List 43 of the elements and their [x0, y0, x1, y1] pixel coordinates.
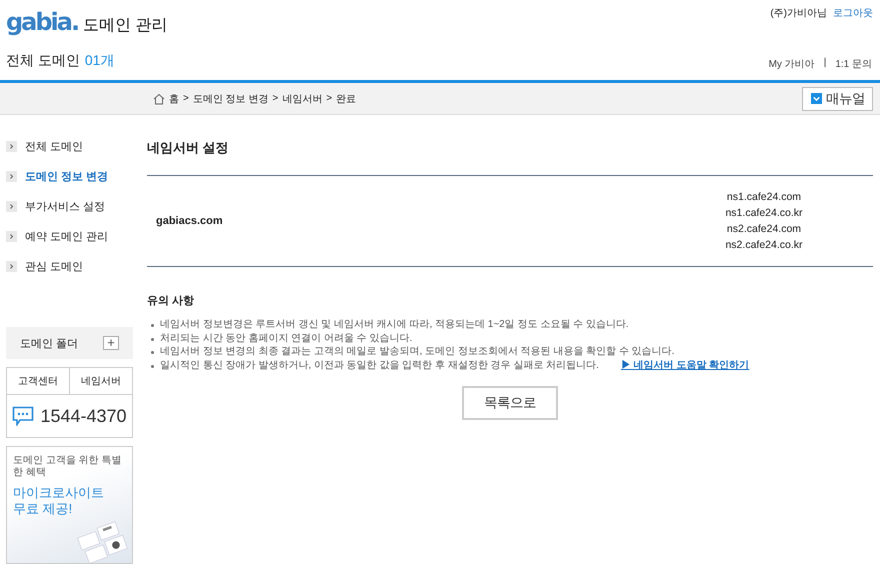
- breadcrumb-item: 도메인 정보 변경: [192, 92, 268, 106]
- banner-headline: 마이크로사이트 무료 제공!: [13, 485, 105, 517]
- nameserver: ns1.cafe24.com: [726, 190, 802, 205]
- breadcrumb-item: 홈: [169, 92, 179, 106]
- support-tab[interactable]: 고객센터: [7, 368, 69, 394]
- logout-link[interactable]: 로그아웃: [833, 6, 873, 20]
- page-title: 도메인 관리: [83, 16, 168, 36]
- domain-count: 01개: [84, 52, 114, 70]
- note-text: 네임서버 정보 변경의 최종 결과는 고객의 메일로 발송되며, 도메인 정보조회에서 적용된 내용을 확인할 수 있습니다.: [160, 345, 674, 358]
- sidebar-item[interactable]: 예약 도메인 관리: [6, 221, 133, 251]
- header-link[interactable]: My 가비아: [768, 57, 815, 71]
- help-link[interactable]: ▶ 네임서버 도움말 확인하기: [620, 358, 750, 372]
- breadcrumb-item: 완료: [336, 92, 356, 106]
- breadcrumb-separator: >: [326, 93, 332, 104]
- back-to-list-button[interactable]: 목록으로: [462, 386, 558, 420]
- header-link[interactable]: 1:1 문의: [835, 57, 872, 71]
- breadcrumb-item: 네임서버: [282, 92, 322, 106]
- notes-title: 유의 사항: [147, 294, 196, 308]
- breadcrumb-separator: >: [272, 93, 278, 104]
- promo-banner[interactable]: 도메인 고객을 위한 특별한 혜택 마이크로사이트 무료 제공!: [6, 446, 133, 564]
- nameserver: ns2.cafe24.com: [726, 222, 802, 237]
- logo: gabia.: [6, 8, 78, 36]
- section-title: 네임서버 설정: [147, 139, 230, 157]
- sidebar-item[interactable]: 도메인 정보 변경: [6, 161, 133, 191]
- note-text: 일시적인 통신 장애가 발생하거나, 이전과 동일한 값을 입력한 후 재설정한 경우 실패로 처리됩니다.: [160, 358, 599, 372]
- sidebar-item[interactable]: 전체 도메인: [6, 131, 133, 161]
- note-text: 네임서버 정보변경은 루트서버 갱신 및 네임서버 캐시에 따라, 적용되는데 1~2일 정도 소요될 수 있습니다.: [160, 318, 629, 332]
- add-folder-button[interactable]: +: [103, 336, 119, 350]
- phone-number: 1544-4370: [40, 406, 127, 426]
- note-text: 처리되는 시간 동안 홈페이지 연결이 어려울 수 있습니다.: [160, 332, 412, 345]
- manual-button[interactable]: 매뉴얼: [802, 86, 873, 110]
- nameserver: ns1.cafe24.co.kr: [724, 206, 804, 221]
- sidebar-item[interactable]: 부가서비스 설정: [6, 191, 133, 221]
- banner-subtitle: 도메인 고객을 위한 특별한 혜택: [13, 455, 122, 479]
- domain-name: gabiacs.com: [156, 215, 224, 227]
- nameserver: ns2.cafe24.co.kr: [724, 238, 804, 253]
- breadcrumb-separator: >: [183, 93, 189, 104]
- folder-label: 도메인 폴더: [20, 336, 78, 350]
- user-name: (주)가비아님: [770, 7, 827, 20]
- link-separator: |: [824, 57, 826, 70]
- support-tab[interactable]: 네임서버: [69, 368, 132, 394]
- sidebar-item[interactable]: 관심 도메인: [6, 251, 133, 281]
- domain-count-label: 전체 도메인: [6, 52, 80, 70]
